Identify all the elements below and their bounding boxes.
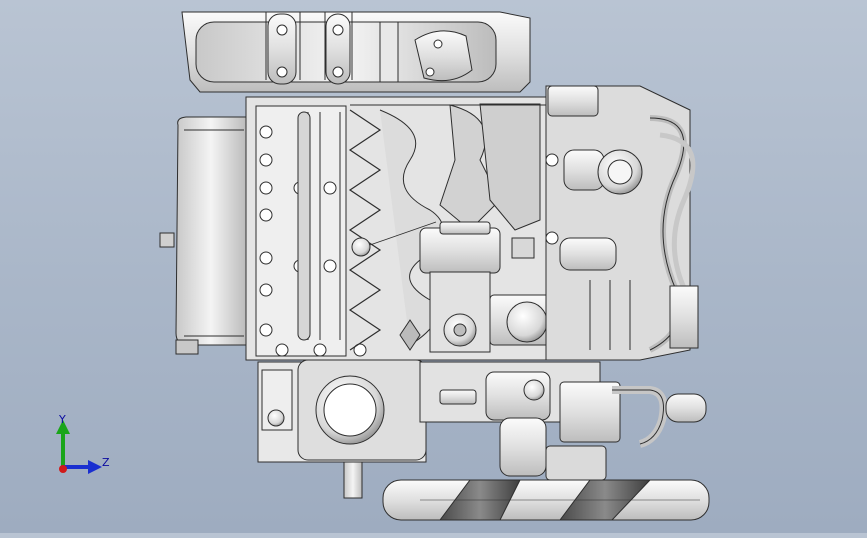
crankcase [257, 359, 707, 499]
y-axis-label: Y [59, 413, 66, 426]
cooling-fan [382, 479, 710, 521]
x-axis-dot [59, 465, 67, 473]
engine-model[interactable] [0, 0, 867, 533]
graphics-viewport[interactable] [0, 0, 867, 533]
z-axis-arrowhead [88, 460, 102, 474]
top-cover [181, 11, 531, 93]
exhaust-assembly [545, 85, 699, 361]
z-axis-label: Z [102, 456, 110, 469]
left-side-cover [159, 116, 247, 355]
